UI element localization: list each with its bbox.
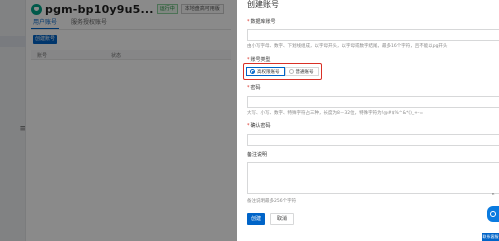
modal-overlay[interactable] bbox=[0, 0, 237, 241]
radio-privileged-label: 高权限账号 bbox=[257, 69, 280, 75]
confirm-password-input[interactable] bbox=[247, 134, 499, 146]
account-type-radio-group: 高权限账号 普通账号 bbox=[246, 67, 319, 76]
radio-privileged-account[interactable]: 高权限账号 bbox=[246, 67, 285, 76]
contact-support-button[interactable]: 联系客服 bbox=[482, 233, 499, 241]
settings-icon bbox=[490, 211, 496, 217]
floating-settings-button[interactable] bbox=[487, 206, 499, 222]
radio-normal-account[interactable]: 普通账号 bbox=[284, 67, 319, 76]
radio-normal-label: 普通账号 bbox=[295, 69, 314, 75]
account-name-help: 由小写字母、数字、下划线组成，以字母开头，以字母或数字结尾，最多16个字符，且不… bbox=[247, 44, 448, 49]
account-name-input[interactable] bbox=[247, 29, 499, 41]
create-account-drawer: 创建账号 *数据库账号 由小写字母、数字、下划线组成，以字母开头，以字母或数字结… bbox=[237, 0, 499, 241]
password-label: *密码 bbox=[247, 85, 261, 91]
account-name-label: *数据库账号 bbox=[247, 19, 276, 25]
password-help: 大写、小写、数字、特殊字符占三种，长度为8－32位，特殊字符为!@#$%^&*(… bbox=[247, 111, 424, 116]
float-mark-icon: ⁿ bbox=[492, 192, 495, 199]
account-type-highlight: 高权限账号 普通账号 bbox=[243, 63, 322, 80]
remark-help: 备注说明最多256个字符 bbox=[247, 199, 297, 204]
cancel-button[interactable]: 取消 bbox=[270, 213, 294, 225]
background-console: ≡ pgm-bp10y9u5... 运行中 本地盘高可用版 用户账号 服务授权账… bbox=[0, 0, 237, 241]
required-mark: * bbox=[247, 123, 250, 129]
remark-textarea[interactable] bbox=[247, 162, 499, 194]
required-mark: * bbox=[247, 19, 250, 25]
drawer-title: 创建账号 bbox=[247, 0, 279, 9]
password-input[interactable] bbox=[247, 96, 499, 108]
remark-label: 备注说明 bbox=[247, 152, 268, 158]
radio-checked-icon bbox=[250, 69, 255, 74]
create-button[interactable]: 创建 bbox=[247, 213, 265, 225]
confirm-password-label: *确认密码 bbox=[247, 123, 271, 129]
required-mark: * bbox=[247, 85, 250, 91]
radio-unchecked-icon bbox=[288, 69, 294, 74]
